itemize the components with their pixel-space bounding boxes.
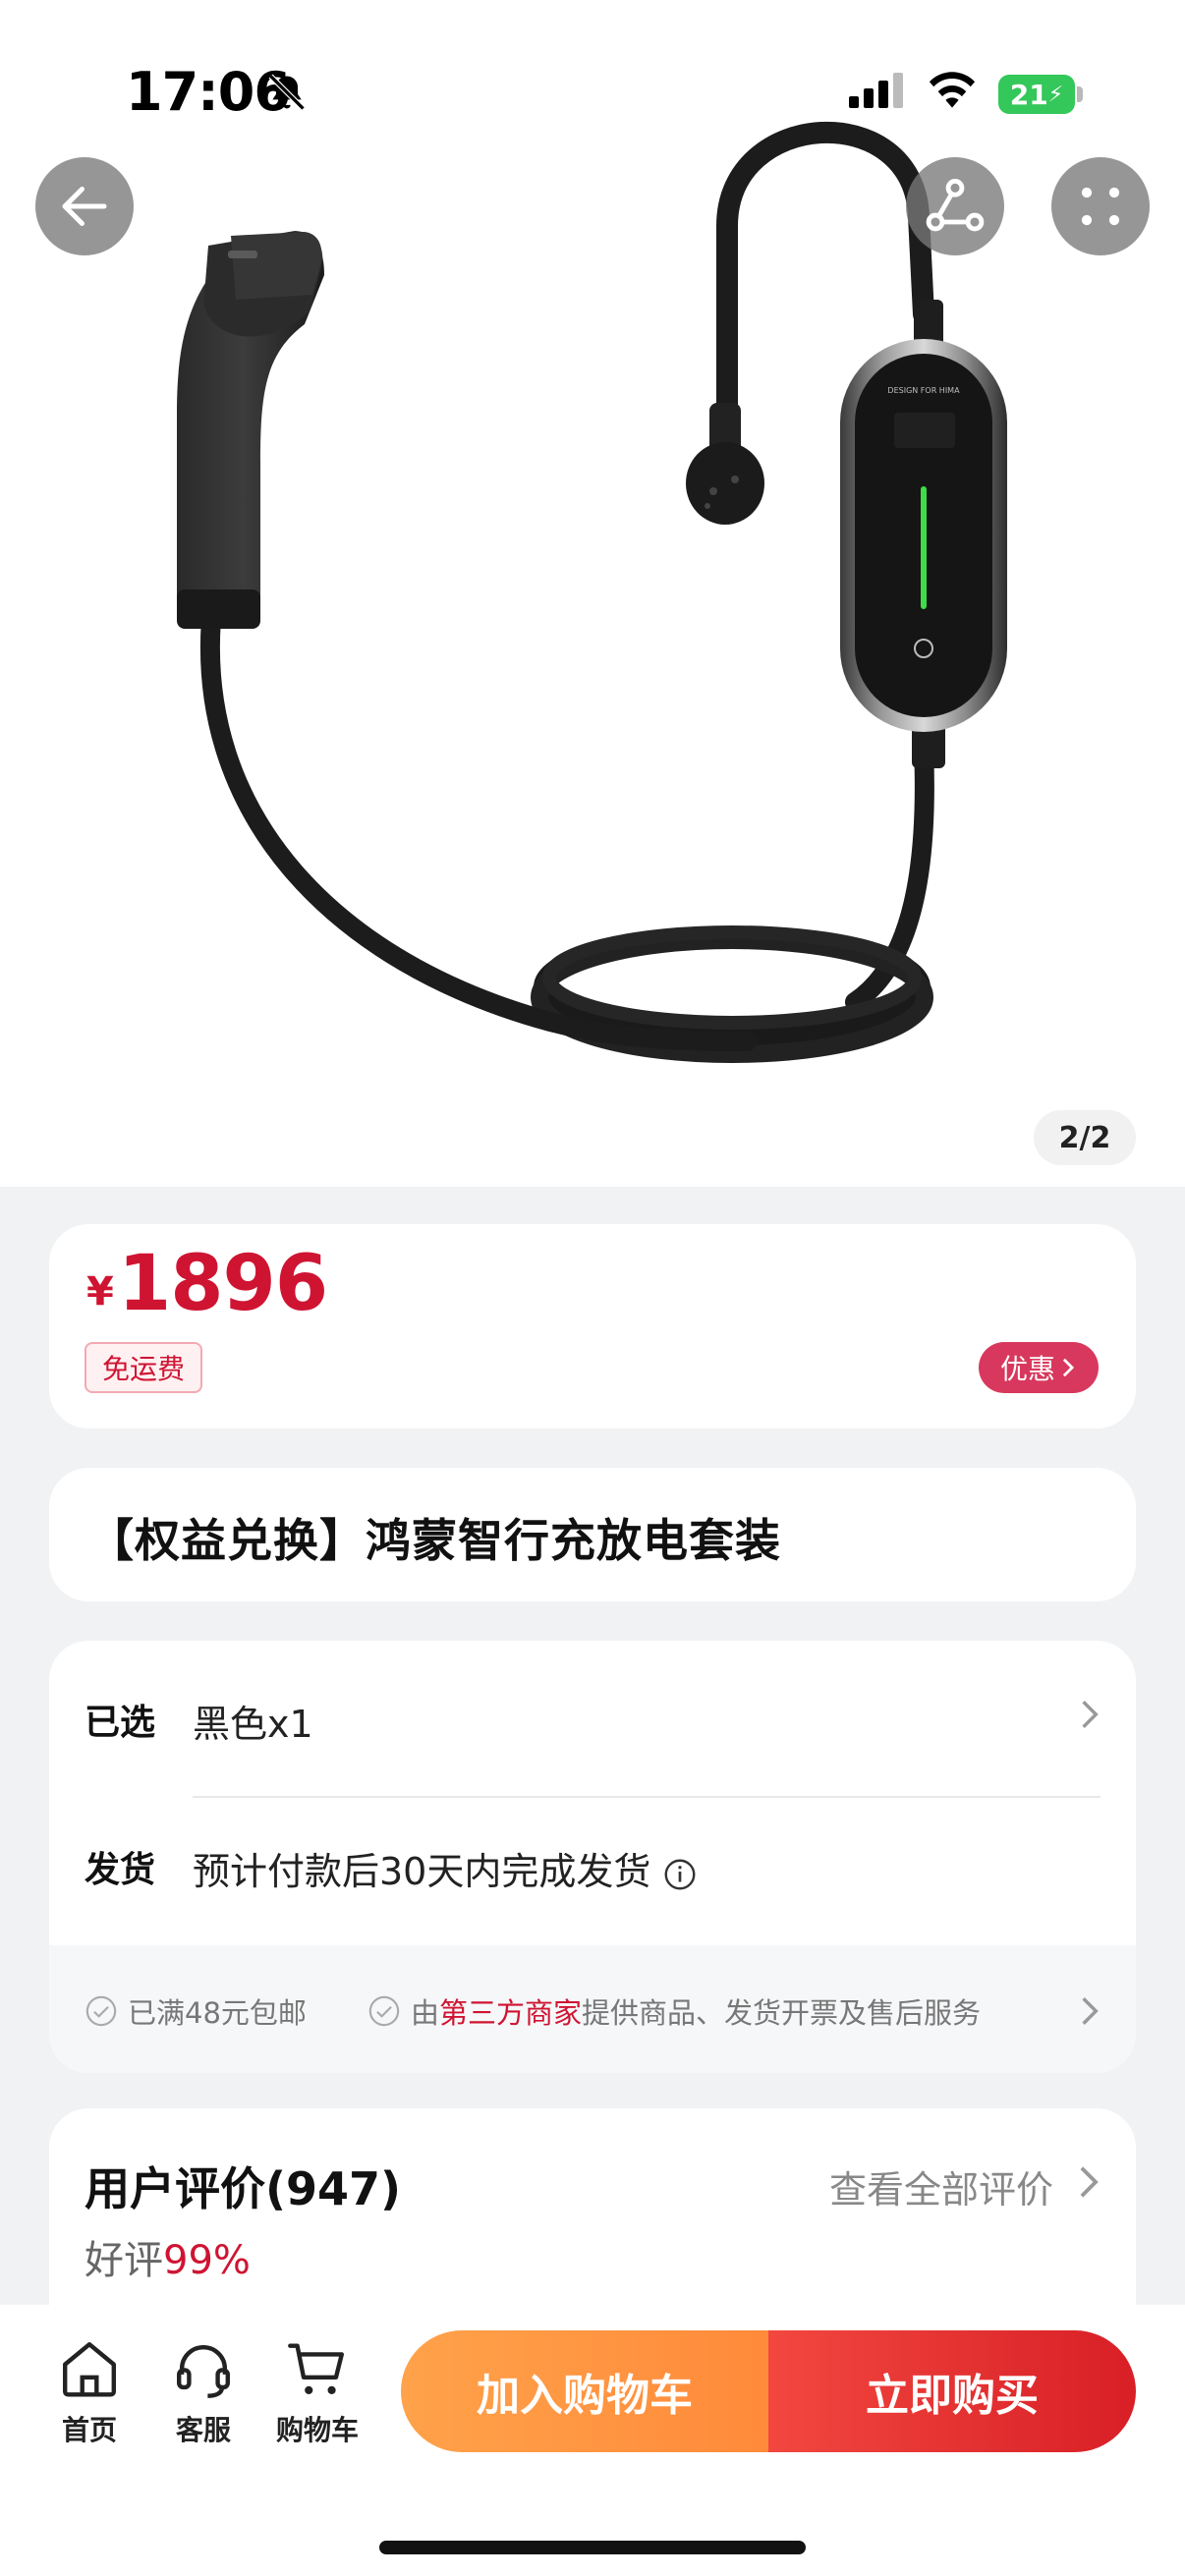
service-third-party: 由第三方商家提供商品、发货开票及售后服务 [367, 1990, 981, 2032]
service-suffix: 提供商品、发货开票及售后服务 [582, 1996, 982, 2030]
product-gallery[interactable]: DESIGN FOR HIMA 17:06 21 ⚡ 2/2 [0, 0, 1185, 1187]
positive-rate-value: 99% [163, 2238, 251, 2283]
back-button[interactable] [35, 157, 134, 255]
device-brand-text: DESIGN FOR HIMA [887, 386, 960, 395]
home-icon [63, 2342, 116, 2397]
bottom-action-bar: 首页 客服 购物车 加入购物车 立即购买 [0, 2305, 1185, 2576]
shipping-value: 预计付款后30天内完成发货 [193, 1850, 651, 1893]
service-free-shipping: 已满48元包邮 [85, 1990, 307, 2032]
divider [193, 1796, 1100, 1798]
nav-home[interactable]: 首页 [35, 2334, 143, 2448]
selected-value: 黑色x1 [193, 1703, 313, 1746]
third-party-merchant-highlight: 第三方商家 [439, 1996, 583, 2030]
shipping-row: 发货 预计付款后30天内完成发货 [85, 1812, 1100, 1910]
nav-cart-label: 购物车 [275, 2414, 359, 2446]
shipping-label: 发货 [85, 1850, 156, 1890]
buy-now-button[interactable]: 立即购买 [768, 2330, 1136, 2452]
chevron-right-icon[interactable] [1077, 2163, 1100, 2201]
cellular-signal-icon [849, 73, 903, 108]
chevron-right-icon [1082, 1701, 1099, 1728]
battery-icon: 21 ⚡ [998, 75, 1075, 114]
nav-cart[interactable]: 购物车 [263, 2334, 371, 2448]
add-to-cart-button[interactable]: 加入购物车 [401, 2330, 768, 2452]
service-strip[interactable]: 已满48元包邮 由第三方商家提供商品、发货开票及售后服务 [49, 1945, 1136, 2073]
free-shipping-badge: 免运费 [85, 1342, 203, 1393]
nav-customer-service[interactable]: 客服 [149, 2334, 257, 2448]
cart-icon [288, 2343, 344, 2394]
reviews-title: 用户评价(947) [85, 2162, 402, 2215]
positive-rate-label: 好评 [85, 2238, 163, 2283]
page-indicator: 2/2 [1034, 1110, 1136, 1165]
home-indicator [379, 2541, 806, 2554]
view-all-reviews-link[interactable]: 查看全部评价 [829, 2159, 1053, 2213]
nav-service-label: 客服 [175, 2414, 231, 2446]
battery-level: 21 [1009, 78, 1048, 111]
more-grid-icon [1081, 187, 1120, 226]
headset-icon [177, 2344, 230, 2398]
price-amount: 1896 [118, 1240, 328, 1328]
service-third-party-text: 由第三方商家提供商品、发货开票及售后服务 [411, 1990, 981, 2032]
selected-spec-row[interactable]: 已选 黑色x1 [85, 1664, 1100, 1763]
shipping-value-wrap: 预计付款后30天内完成发货 [193, 1841, 698, 1895]
arrow-left-icon [62, 187, 107, 226]
bell-mute-icon [268, 74, 306, 111]
wifi-icon [929, 72, 976, 108]
service-prefix: 由 [411, 1996, 440, 2030]
battery-tip [1077, 86, 1083, 102]
check-circle-icon [85, 1995, 117, 2027]
price-card: ¥ 1896 免运费 优惠 [49, 1224, 1136, 1428]
discount-label: 优惠 [999, 1353, 1055, 1385]
nav-home-label: 首页 [61, 2414, 117, 2446]
info-icon[interactable] [662, 1857, 698, 1892]
share-button[interactable] [906, 157, 1004, 255]
product-title-card: 【权益兑换】鸿蒙智行充放电套装 [49, 1468, 1136, 1601]
check-circle-icon [368, 1995, 400, 2027]
currency-symbol: ¥ [86, 1269, 114, 1315]
chevron-right-icon [1062, 1358, 1075, 1377]
chevron-right-icon [1082, 1997, 1099, 2025]
status-bar: 17:06 21 ⚡ [0, 0, 1185, 147]
product-title: 【权益兑换】鸿蒙智行充放电套装 [88, 1514, 781, 1567]
discount-button[interactable]: 优惠 [979, 1342, 1099, 1393]
share-icon [926, 179, 985, 232]
positive-rate: 好评99% [85, 2228, 251, 2285]
selected-label: 已选 [85, 1703, 156, 1743]
service-free-shipping-text: 已满48元包邮 [128, 1996, 307, 2030]
more-button[interactable] [1051, 157, 1150, 255]
options-card: 已选 黑色x1 发货 预计付款后30天内完成发货 已满48元包邮 由第三方商家提… [49, 1641, 1136, 2073]
ev-charger-image: DESIGN FOR HIMA [177, 121, 1007, 1063]
